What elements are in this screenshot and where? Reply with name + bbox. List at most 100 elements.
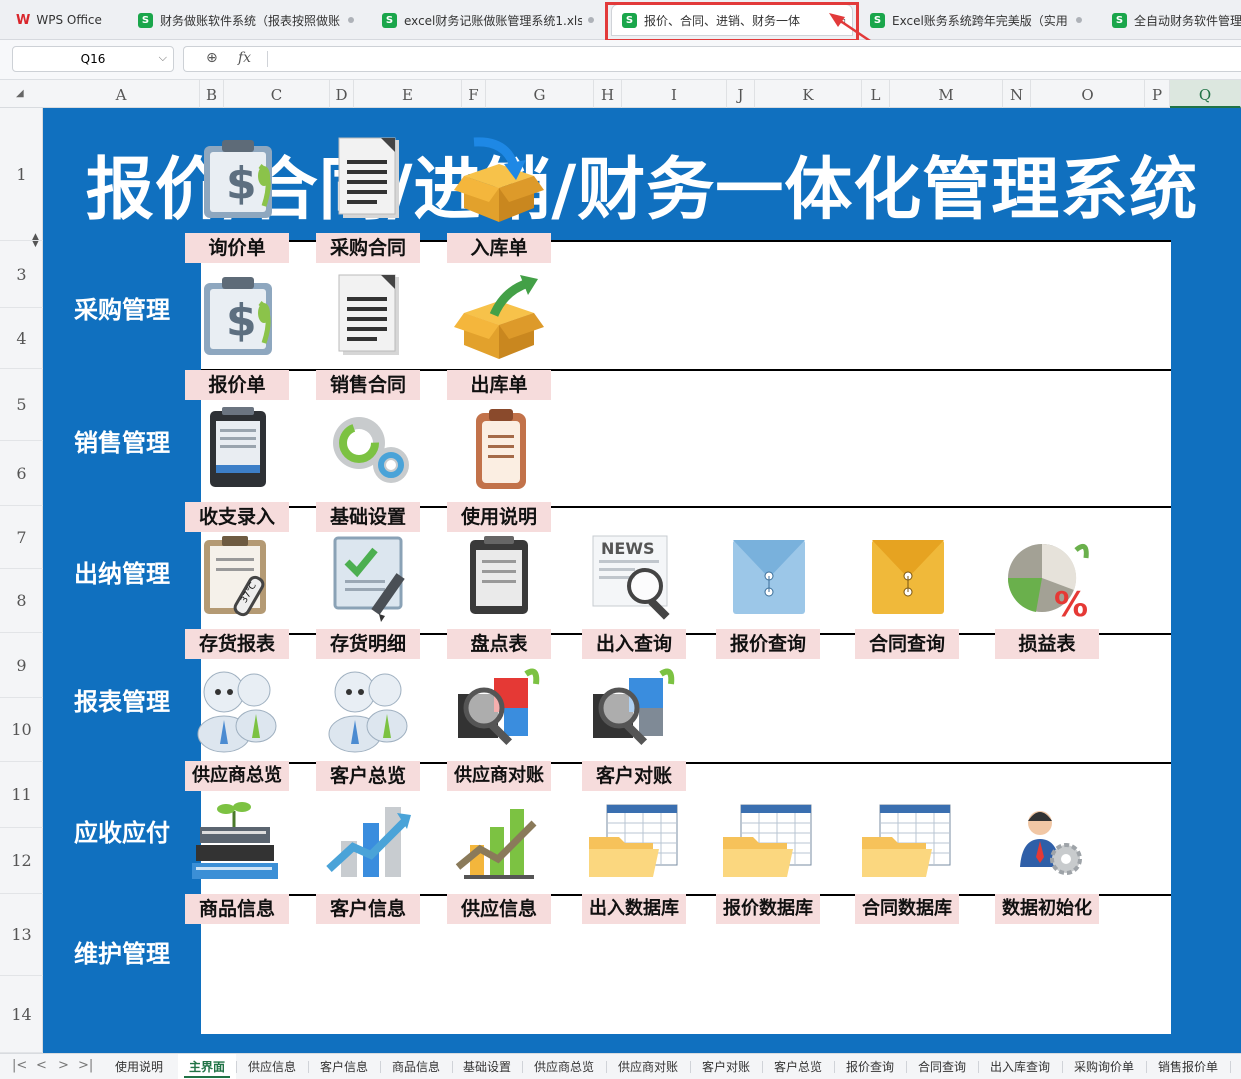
menu-item-button[interactable]: 出库单 bbox=[444, 273, 554, 400]
blue-envelope-icon[interactable] bbox=[713, 532, 823, 622]
row-header-12[interactable]: 12 bbox=[0, 828, 43, 894]
window-tab-5[interactable]: S 全自动财务软件管理 bbox=[1102, 5, 1241, 35]
supplier-reconcile-icon[interactable] bbox=[444, 664, 554, 754]
menu-item-button[interactable]: 供应信息 bbox=[444, 797, 554, 924]
magnifier-icon[interactable]: ⊕ bbox=[206, 50, 218, 66]
first-sheet-icon[interactable]: |< bbox=[12, 1058, 27, 1073]
row-header-10[interactable]: 10 bbox=[0, 698, 43, 762]
menu-item-button[interactable]: 报价数据库 bbox=[713, 797, 823, 924]
menu-item-button[interactable]: 采购合同 bbox=[313, 136, 423, 263]
menu-item-button[interactable]: 出入数据库 bbox=[579, 797, 689, 924]
menu-item-label[interactable]: 合同数据库 bbox=[855, 894, 959, 924]
menu-item-button[interactable]: 商品信息 bbox=[182, 797, 292, 924]
menu-item-button[interactable]: 入库单 bbox=[444, 136, 554, 263]
yellow-envelope-icon[interactable] bbox=[852, 532, 962, 622]
sheet-tab[interactable]: 供应信息 bbox=[236, 1054, 308, 1079]
row-header-8[interactable]: 8 bbox=[0, 569, 43, 633]
next-sheet-icon[interactable]: > bbox=[58, 1058, 69, 1073]
column-header-M[interactable]: M bbox=[890, 80, 1003, 108]
menu-item-label[interactable]: 数据初始化 bbox=[995, 894, 1099, 924]
pie-percent-icon[interactable]: % bbox=[992, 532, 1102, 625]
sheet-tab[interactable]: 出入库查询 bbox=[978, 1054, 1062, 1079]
menu-item-label[interactable]: 盘点表 bbox=[447, 629, 551, 659]
row-header-3[interactable]: 3 bbox=[0, 241, 43, 308]
menu-item-button[interactable]: 基础设置 bbox=[313, 405, 423, 532]
folder-table-icon[interactable] bbox=[852, 797, 962, 887]
column-header-F[interactable]: F bbox=[462, 80, 486, 108]
column-header-H[interactable]: H bbox=[594, 80, 622, 108]
document-icon[interactable] bbox=[313, 273, 423, 363]
row-header-4[interactable]: 4 bbox=[0, 308, 43, 369]
menu-item-label[interactable]: 供应商对账 bbox=[447, 761, 551, 791]
notepad-icon[interactable] bbox=[182, 405, 292, 495]
select-all-corner-icon[interactable]: ◢ bbox=[16, 88, 24, 99]
menu-item-label[interactable]: 销售合同 bbox=[316, 370, 420, 400]
menu-item-label[interactable]: 出入查询 bbox=[582, 629, 686, 659]
tab-close-dot-icon[interactable] bbox=[1076, 17, 1082, 23]
sheet-tab[interactable]: 供应商总览 bbox=[522, 1054, 606, 1079]
row-header-6[interactable]: 6 bbox=[0, 441, 43, 506]
menu-item-label[interactable]: 采购合同 bbox=[316, 233, 420, 263]
column-header-C[interactable]: C bbox=[224, 80, 330, 108]
menu-item-label[interactable]: 客户对账 bbox=[582, 761, 686, 791]
row-header-13[interactable]: 13 bbox=[0, 894, 43, 976]
menu-item-label[interactable]: 损益表 bbox=[995, 629, 1099, 659]
customer-users-icon[interactable] bbox=[313, 664, 423, 754]
folder-table-icon[interactable] bbox=[713, 797, 823, 887]
column-header-P[interactable]: P bbox=[1145, 80, 1170, 108]
sheet-tab[interactable]: 客户总览 bbox=[762, 1054, 834, 1079]
window-tab-4[interactable]: S Excel账务系统跨年完美版（实用 bbox=[860, 5, 1092, 35]
column-header-D[interactable]: D bbox=[330, 80, 354, 108]
menu-item-button[interactable]: % 损益表 bbox=[992, 532, 1102, 659]
document-icon[interactable] bbox=[313, 136, 423, 226]
price-quote-clipboard-icon[interactable]: $ bbox=[182, 273, 292, 363]
column-header-O[interactable]: O bbox=[1031, 80, 1145, 108]
sheet-tab[interactable]: 客户信息 bbox=[308, 1054, 380, 1079]
column-header-E[interactable]: E bbox=[354, 80, 462, 108]
column-header-L[interactable]: L bbox=[862, 80, 890, 108]
gears-icon[interactable] bbox=[313, 405, 423, 495]
formula-input[interactable]: ⊕ fx bbox=[183, 46, 1241, 72]
tab-close-dot-icon[interactable] bbox=[588, 17, 594, 23]
row-header-1[interactable]: 1 bbox=[0, 108, 43, 241]
column-header-A[interactable]: A bbox=[43, 80, 200, 108]
menu-item-button[interactable]: 合同数据库 bbox=[852, 797, 962, 924]
menu-item-button[interactable]: $ 询价单 bbox=[182, 136, 292, 263]
menu-item-button[interactable]: 收支录入 bbox=[182, 405, 292, 532]
menu-item-button[interactable]: 供应商对账 bbox=[444, 664, 554, 791]
function-icon[interactable]: fx bbox=[238, 50, 251, 66]
last-sheet-icon[interactable]: >| bbox=[78, 1058, 93, 1073]
box-outbound-icon[interactable] bbox=[444, 273, 554, 363]
clipboard-icon[interactable] bbox=[444, 405, 554, 495]
window-tab-0[interactable]: W WPS Office bbox=[6, 5, 118, 35]
inventory-detail-icon[interactable] bbox=[313, 532, 423, 622]
menu-item-label[interactable]: 询价单 bbox=[185, 233, 289, 263]
menu-item-label[interactable]: 收支录入 bbox=[185, 502, 289, 532]
menu-item-button[interactable]: 盘点表 bbox=[444, 532, 554, 659]
window-tab-3[interactable]: S 报价、合同、进销、财务一体 ▭ bbox=[612, 5, 852, 35]
sheet-tab[interactable]: 使用说明 bbox=[100, 1054, 178, 1079]
menu-item-label[interactable]: 供应信息 bbox=[447, 894, 551, 924]
menu-item-button[interactable]: 供应商总览 bbox=[182, 664, 292, 791]
tab-close-dot-icon[interactable] bbox=[348, 17, 354, 23]
menu-item-button[interactable]: 使用说明 bbox=[444, 405, 554, 532]
customer-reconcile-icon[interactable] bbox=[579, 664, 689, 754]
menu-item-label[interactable]: 入库单 bbox=[447, 233, 551, 263]
news-search-icon[interactable]: NEWS bbox=[579, 532, 689, 622]
chevron-down-icon[interactable]: ⌵ bbox=[159, 51, 167, 65]
menu-item-button[interactable]: 数据初始化 bbox=[992, 797, 1102, 924]
bar-chart-icon[interactable] bbox=[313, 797, 423, 887]
menu-item-label[interactable]: 基础设置 bbox=[316, 502, 420, 532]
sheet-tab[interactable]: 商品信息 bbox=[380, 1054, 452, 1079]
column-header-N[interactable]: N bbox=[1003, 80, 1031, 108]
growth-chart-icon[interactable] bbox=[444, 797, 554, 887]
row-header-11[interactable]: 11 bbox=[0, 762, 43, 828]
prev-sheet-icon[interactable]: < bbox=[36, 1058, 47, 1073]
menu-item-label[interactable]: 报价数据库 bbox=[716, 894, 820, 924]
row-header-7[interactable]: 7 bbox=[0, 506, 43, 569]
sheet-tab[interactable]: 销售报价单 bbox=[1146, 1054, 1230, 1079]
menu-item-button[interactable]: NEWS 出入查询 bbox=[579, 532, 689, 659]
menu-item-label[interactable]: 客户总览 bbox=[316, 761, 420, 791]
row-header-9[interactable]: 9 bbox=[0, 633, 43, 698]
box-inbound-icon[interactable] bbox=[444, 136, 554, 226]
